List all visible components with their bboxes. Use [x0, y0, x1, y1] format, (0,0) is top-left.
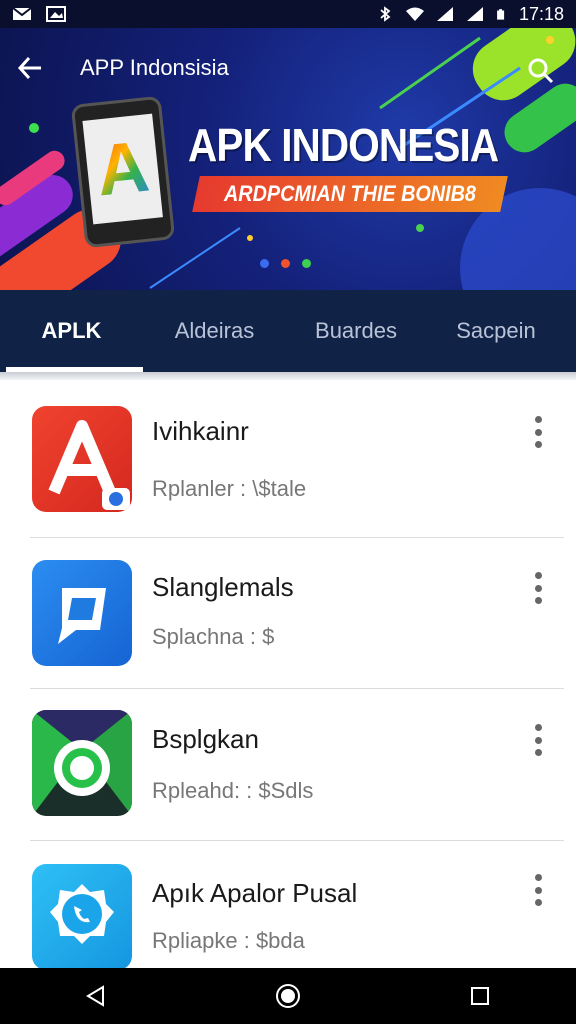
tab-label: Buardes: [315, 318, 397, 343]
more-icon-dot: [534, 416, 542, 423]
more-icon-dot: [534, 428, 542, 436]
nav-back-icon: [86, 985, 104, 1007]
nav-home-icon: [276, 984, 300, 1008]
page-title: APP Indonsisia: [80, 55, 229, 80]
app-bar: APP Indonsisia: [0, 48, 576, 88]
tab-aplk[interactable]: APLK: [0, 290, 143, 372]
more-icon-dot: [534, 749, 542, 756]
app-subtitle: Rplanler : \$tale: [152, 476, 307, 501]
system-nav-bar: [0, 968, 576, 1024]
nav-recents-icon: [471, 987, 489, 1005]
more-icon-dot: [534, 724, 542, 731]
more-icon-dot: [534, 572, 542, 579]
signal-icon: [436, 7, 453, 21]
phone-illustration: A: [70, 95, 176, 249]
gmail-icon: [12, 7, 32, 20]
more-options-button[interactable]: [526, 870, 550, 910]
phone-logo: A: [92, 126, 153, 212]
search-icon: [528, 58, 554, 84]
carousel-dots: [260, 259, 311, 268]
more-options-button[interactable]: [526, 720, 550, 760]
back-arrow-icon: [17, 56, 41, 80]
nav-home-button[interactable]: [268, 976, 308, 1016]
tab-aldeiras[interactable]: Aldeiras: [143, 290, 286, 372]
phone-badge-icon: [32, 864, 132, 970]
tab-shadow: [0, 372, 576, 380]
app-title: Bsplgkan: [152, 724, 259, 754]
nav-back-button[interactable]: [76, 976, 116, 1016]
list-item[interactable]: Bsplgkan Rpleahd: : $Sdls: [0, 690, 576, 840]
app-title: Apık Apalor Pusal: [152, 878, 358, 908]
list-item[interactable]: Slanglemals Splachna : $: [0, 538, 576, 688]
image-icon: [46, 6, 66, 22]
list-item[interactable]: Ivihkainr Rplanler : \$tale: [0, 380, 576, 530]
app-subtitle: Rpleahd: : $Sdls: [152, 778, 314, 803]
app-subtitle: Splachna : $: [152, 624, 275, 649]
wifi-icon: [405, 7, 424, 21]
carousel-dot[interactable]: [281, 259, 290, 268]
more-icon-dot: [534, 736, 542, 744]
bluetooth-icon: [380, 6, 391, 22]
back-button[interactable]: [0, 48, 60, 88]
more-icon-dot: [534, 886, 542, 894]
more-icon-dot: [534, 874, 542, 881]
search-button[interactable]: [524, 54, 558, 88]
banner-headline: APK INDONESIA: [188, 119, 499, 171]
banner-ribbon-text: ARDPCMIAN THIE BONIB8: [223, 181, 476, 206]
status-bar: 17:18: [0, 0, 576, 28]
tab-label: Aldeiras: [174, 318, 255, 343]
app-title: Ivihkainr: [152, 416, 249, 446]
banner-ribbon: ARDPCMIAN THIE BONIB8: [192, 176, 508, 212]
carousel-dot[interactable]: [260, 259, 269, 268]
more-icon-dot: [534, 584, 542, 592]
app-subtitle: Rpliapke : $bda: [152, 928, 305, 953]
more-icon-dot: [534, 597, 542, 604]
status-time: 17:18: [518, 3, 564, 24]
more-options-button[interactable]: [526, 568, 550, 608]
chat-bubble-icon: [32, 560, 132, 666]
tab-sacpein[interactable]: Sacpein: [426, 290, 566, 372]
battery-icon: [497, 9, 505, 20]
apk-a-icon: [32, 406, 132, 512]
hero-banner: APP Indonsisia A APK INDONESIA ARDPCMIAN…: [0, 28, 576, 290]
divider: [30, 688, 564, 689]
green-ring-icon: [32, 710, 132, 816]
tab-buardes[interactable]: Buardes: [286, 290, 426, 372]
divider: [30, 840, 564, 841]
tab-bar: APLK Aldeiras Buardes Sacpein: [0, 290, 576, 372]
app-title: Slanglemals: [152, 572, 294, 602]
tab-label: APLK: [41, 318, 102, 343]
signal-icon: [466, 7, 483, 21]
nav-recents-button[interactable]: [460, 976, 500, 1016]
more-icon-dot: [534, 899, 542, 906]
more-icon-dot: [534, 441, 542, 448]
carousel-dot[interactable]: [302, 259, 311, 268]
more-options-button[interactable]: [526, 412, 550, 452]
tab-label: Sacpein: [456, 318, 536, 343]
